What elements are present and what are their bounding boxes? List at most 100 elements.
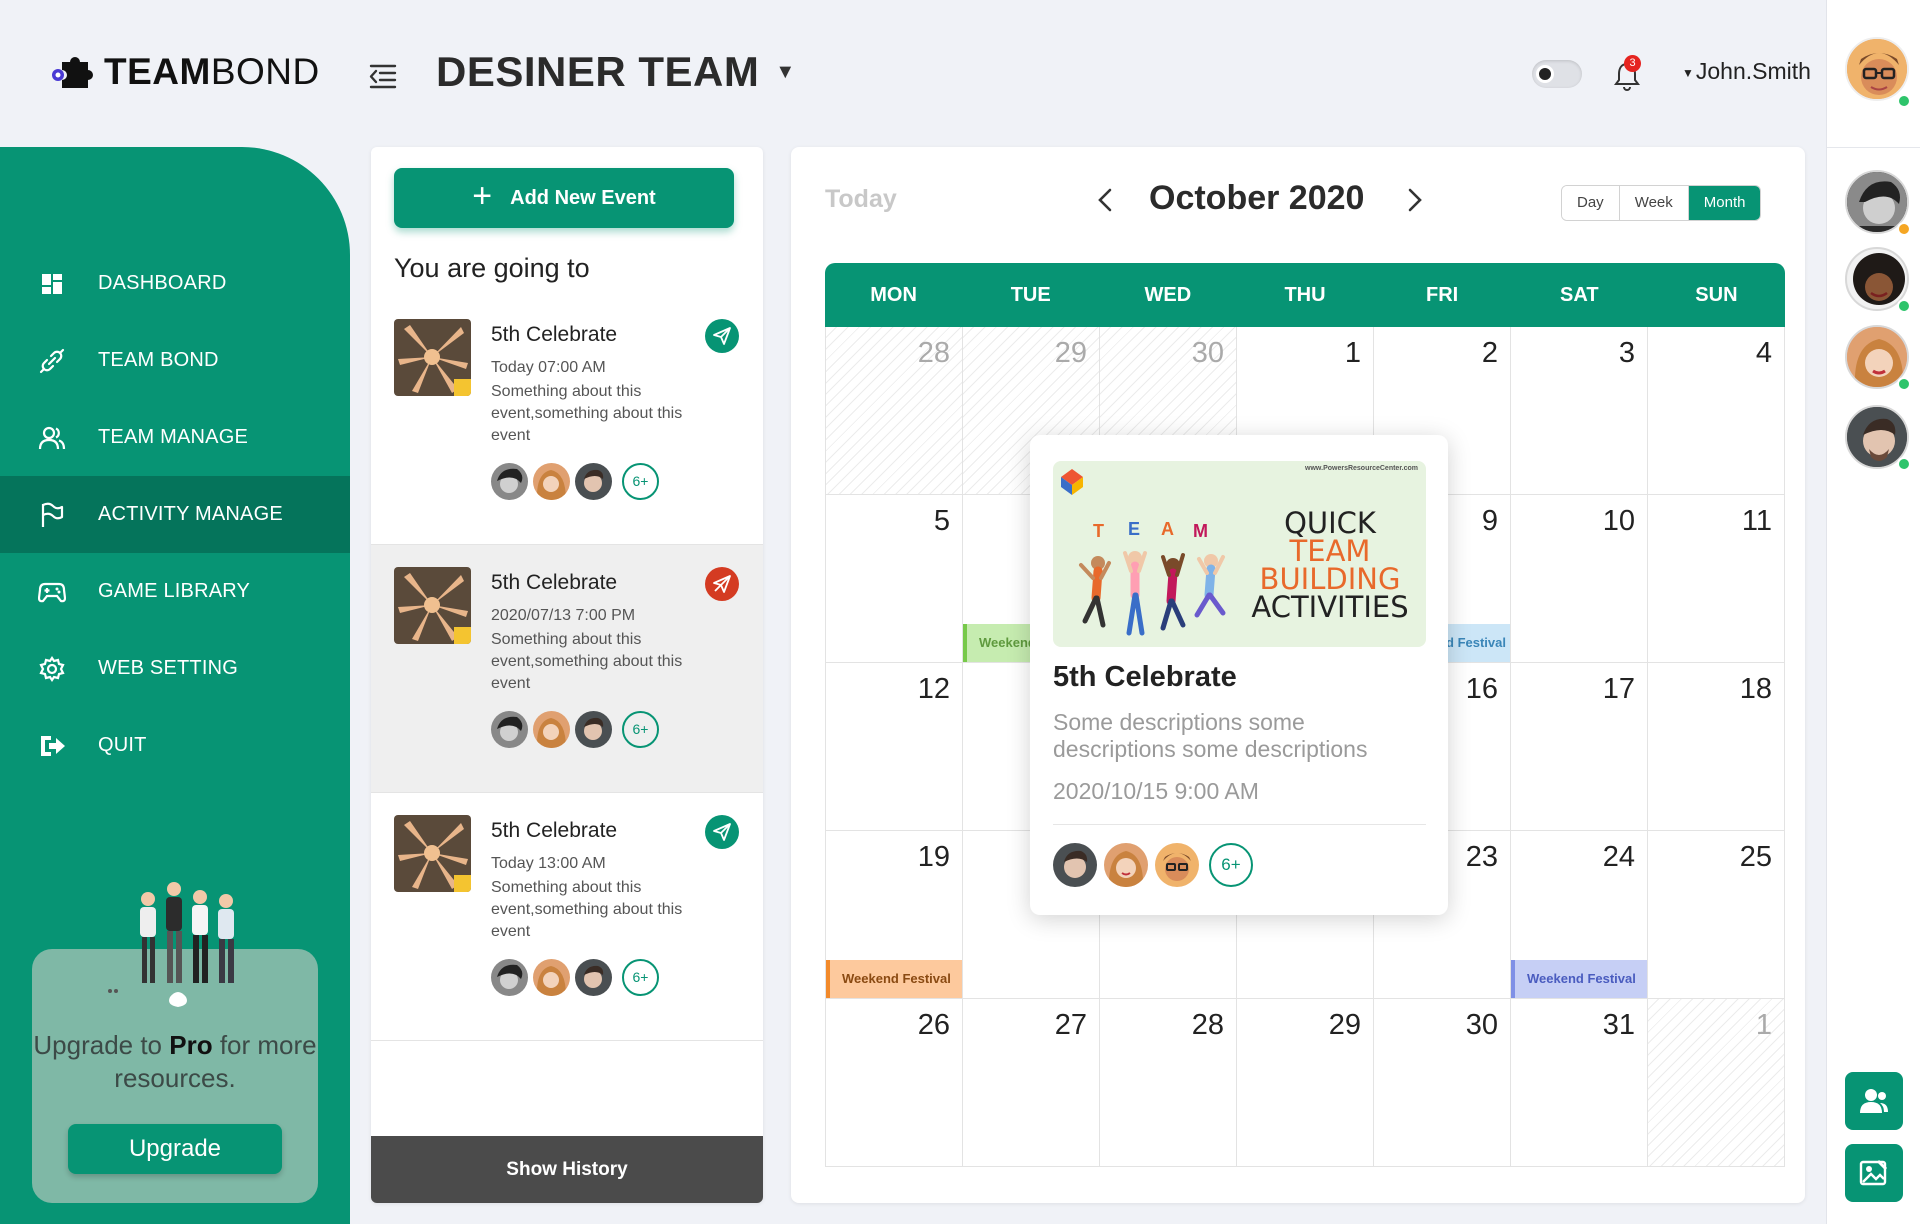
attendee-avatar[interactable] [575,958,612,996]
attendee-avatar[interactable] [1053,843,1097,887]
upcoming-events-panel: + Add New Event You are going to 5th Cel… [371,147,763,1203]
event-time: Today 13:00 AM [491,855,606,872]
event-card[interactable]: 5th Celebrate 2020/07/13 7:00 PM Somethi… [371,545,763,793]
divider [1827,147,1920,148]
send-icon[interactable] [705,815,739,849]
team-name: DESINER TEAM [436,48,760,95]
more-attendees-badge[interactable]: 6+ [1209,843,1253,887]
day-number: 17 [1602,673,1635,705]
day-number: 18 [1739,673,1772,705]
sidebar-item-web-setting[interactable]: WEB SETTING [0,630,350,707]
more-attendees-badge[interactable]: 6+ [622,462,659,500]
calendar-day-cell[interactable]: 17 [1511,663,1648,831]
image-letter: A [1161,519,1174,539]
event-card[interactable]: 5th Celebrate Today 13:00 AM Something a… [371,793,763,1041]
attendee-avatar[interactable] [1104,843,1148,887]
attendee-avatar[interactable] [575,462,612,500]
calendar-day-cell[interactable]: 1 [1648,999,1785,1167]
attendee-avatar[interactable] [491,462,528,500]
day-number: 1 [1344,337,1361,369]
gamepad-icon [38,578,66,606]
sidebar-item-team-manage[interactable]: TEAM MANAGE [0,399,350,476]
add-new-event-button[interactable]: + Add New Event [394,168,734,228]
day-number: 28 [917,337,950,369]
popup-attendee-avatars: 6+ [1053,843,1253,887]
attendee-avatar[interactable] [575,710,612,748]
team-illustration [108,882,234,1007]
show-history-button[interactable]: Show History [371,1136,763,1203]
calendar-day-cell[interactable]: 30 [1374,999,1511,1167]
month-title: October 2020 [1149,179,1365,217]
calendar-day-cell[interactable]: 5 [826,495,963,663]
chevron-left-icon[interactable] [1091,185,1121,215]
calendar-day-cell[interactable]: 11 [1648,495,1785,663]
calendar-day-cell[interactable]: 19 Weekend Festival [826,831,963,999]
app-logo[interactable]: TEAMBOND [50,48,320,96]
online-status-dot [1897,94,1911,108]
event-description: Something about this event,something abo… [491,383,683,444]
calendar-day-cell[interactable]: 25 [1648,831,1785,999]
image-edit-icon [1859,1159,1888,1186]
calendar-day-cell[interactable]: 29 [1237,999,1374,1167]
calendar-event[interactable]: Weekend Festival [826,960,962,998]
calendar-day-cell[interactable]: 27 [963,999,1100,1167]
team-members-button[interactable] [1845,1072,1903,1130]
online-status-dot [1897,377,1911,391]
month-view-button[interactable]: Month [1688,186,1761,220]
event-card[interactable]: 5th Celebrate Today 07:00 AM Something a… [371,297,763,545]
sidebar-item-activity-manage[interactable]: ACTIVITY MANAGE [0,476,350,553]
calendar-day-cell[interactable]: 28 [826,327,963,495]
calendar-day-cell[interactable]: 31 [1511,999,1648,1167]
add-event-label: Add New Event [510,186,656,209]
calendar-day-cell[interactable]: 3 [1511,327,1648,495]
calendar-day-cell[interactable]: 28 [1100,999,1237,1167]
theme-toggle[interactable] [1532,60,1582,88]
gallery-button[interactable] [1845,1144,1903,1202]
user-menu[interactable]: ▼John.Smith [1682,58,1811,85]
weekday-label: FRI [1426,284,1459,306]
attendee-avatar[interactable] [533,958,570,996]
team-selector[interactable]: DESINER TEAM ▼ [436,48,796,96]
attendee-avatar[interactable] [533,710,570,748]
image-url-text: www.PowersResourceCenter.com [1305,465,1418,472]
today-button[interactable]: Today [825,185,897,214]
link-icon [38,347,66,375]
day-view-button[interactable]: Day [1562,186,1620,220]
sidebar-item-game-library[interactable]: GAME LIBRARY [0,553,350,630]
attendee-avatar[interactable] [491,710,528,748]
calendar-day-cell[interactable]: 24 Weekend Festival [1511,831,1648,999]
attendee-avatars: 6+ [491,461,659,501]
calendar-day-cell[interactable]: 26 [826,999,963,1167]
sidebar-item-team-bond[interactable]: TEAM BOND [0,322,350,399]
week-view-button[interactable]: Week [1619,186,1689,220]
day-number: 16 [1465,673,1498,705]
collapse-menu-icon[interactable] [368,62,398,90]
attendee-avatar[interactable] [491,958,528,996]
day-number: 9 [1481,505,1498,537]
brand-name: TEAMBOND [104,51,320,92]
cancel-send-icon[interactable] [705,567,739,601]
upgrade-button[interactable]: Upgrade [68,1124,282,1174]
online-status-dot [1897,299,1911,313]
flag-icon [38,501,66,529]
day-number: 1 [1755,1009,1772,1041]
chevron-right-icon[interactable] [1399,185,1429,215]
more-attendees-badge[interactable]: 6+ [622,958,659,996]
send-icon[interactable] [705,319,739,353]
attendee-avatar[interactable] [1155,843,1199,887]
current-user-avatar[interactable] [1845,37,1909,101]
calendar-day-cell[interactable]: 12 [826,663,963,831]
user-name: John.Smith [1695,58,1811,84]
divider [1053,824,1426,825]
sidebar-item-quit[interactable]: QUIT [0,707,350,784]
calendar-event[interactable]: Weekend Festival [1511,960,1647,998]
more-attendees-badge[interactable]: 6+ [622,710,659,748]
day-number: 28 [1191,1009,1224,1041]
sidebar-nav: DASHBOARD TEAM BOND TEAM MANAGE ACTIVITY… [0,245,350,784]
calendar-day-cell[interactable]: 10 [1511,495,1648,663]
sidebar-item-dashboard[interactable]: DASHBOARD [0,245,350,322]
event-time: 2020/07/13 7:00 PM [491,607,636,624]
attendee-avatar[interactable] [533,462,570,500]
calendar-day-cell[interactable]: 18 [1648,663,1785,831]
calendar-day-cell[interactable]: 4 [1648,327,1785,495]
